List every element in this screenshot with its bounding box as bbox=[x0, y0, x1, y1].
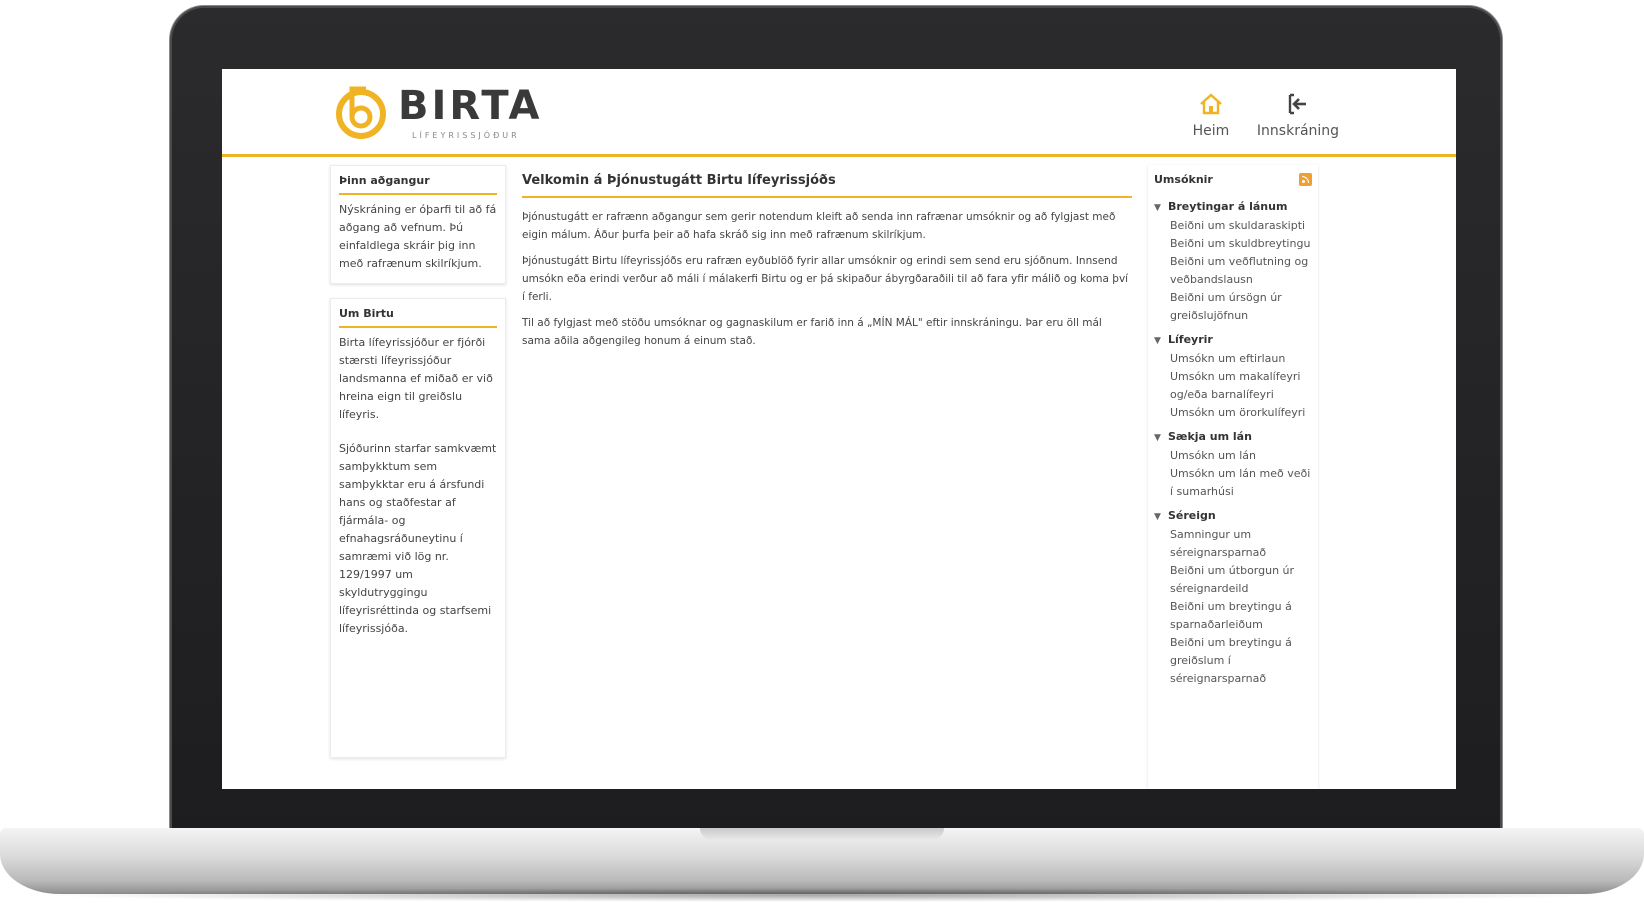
logo-wordmark: BIRTA bbox=[398, 83, 543, 129]
intro-paragraph-2: Þjónustugátt Birtu lífeyrissjóðs eru raf… bbox=[522, 255, 1129, 303]
application-link[interactable]: Beiðni um skuldbreytingu bbox=[1154, 235, 1312, 253]
category-toggle[interactable]: ▼ Séreign bbox=[1154, 507, 1312, 526]
nav-login-label: Innskráning bbox=[1256, 123, 1340, 139]
about-box: Um Birtu Birta lífeyrissjóður er fjórði … bbox=[330, 298, 506, 758]
application-link[interactable]: Beiðni um veðflutning og veðbandslausn bbox=[1154, 253, 1312, 289]
application-link[interactable]: Samningur um séreignarsparnað bbox=[1154, 526, 1312, 562]
applications-title: Umsóknir bbox=[1154, 173, 1213, 186]
category-label: Séreign bbox=[1168, 509, 1216, 522]
applications-panel: Umsóknir ▼ Breytingar á lánum Beiðni um s… bbox=[1148, 165, 1318, 789]
applications-header: Umsóknir bbox=[1154, 173, 1312, 186]
application-link[interactable]: Umsókn um örorkulífeyri bbox=[1154, 404, 1312, 422]
expanded-arrow-icon: ▼ bbox=[1154, 433, 1161, 443]
category-label: Lífeyrir bbox=[1168, 333, 1213, 346]
application-link[interactable]: Umsókn um eftirlaun bbox=[1154, 350, 1312, 368]
about-paragraph-2: Sjóðurinn starfar samkvæmt samþykktum se… bbox=[339, 442, 497, 635]
application-link[interactable]: Beiðni um skuldaraskipti bbox=[1154, 217, 1312, 235]
account-box-text: Nýskráning er óþarfi til að fá aðgang að… bbox=[339, 203, 497, 270]
nav-login[interactable]: Innskráning bbox=[1248, 91, 1348, 139]
nav-home-label: Heim bbox=[1192, 123, 1230, 139]
expanded-arrow-icon: ▼ bbox=[1154, 512, 1161, 522]
application-link[interactable]: Beiðni um breytingu á greiðslum í séreig… bbox=[1154, 634, 1312, 688]
about-paragraph-1: Birta lífeyrissjóður er fjórði stærsti l… bbox=[339, 336, 493, 421]
expanded-arrow-icon: ▼ bbox=[1154, 203, 1161, 213]
main-text: Þjónustugátt er rafrænn aðgangur sem ger… bbox=[522, 208, 1132, 350]
account-box-title: Þinn aðgangur bbox=[339, 174, 497, 195]
left-column: Þinn aðgangur Nýskráning er óþarfi til a… bbox=[330, 165, 506, 772]
application-link[interactable]: Beiðni um útborgun úr séreignardeild bbox=[1154, 562, 1312, 598]
nav-home[interactable]: Heim bbox=[1184, 91, 1238, 139]
category-label: Sækja um lán bbox=[1168, 430, 1252, 443]
category-toggle[interactable]: ▼ Breytingar á lánum bbox=[1154, 198, 1312, 217]
category-label: Breytingar á lánum bbox=[1168, 200, 1288, 213]
category-loan-changes: ▼ Breytingar á lánum Beiðni um skuldarask… bbox=[1154, 198, 1312, 325]
category-pension: ▼ Lífeyrir Umsókn um eftirlaun Umsókn um … bbox=[1154, 331, 1312, 422]
category-apply-loan: ▼ Sækja um lán Umsókn um lán Umsókn um lá… bbox=[1154, 428, 1312, 501]
browser-screen: BIRTA LÍFEYRISSJÓÐUR Heim Innskráning Þi… bbox=[222, 69, 1456, 789]
home-icon bbox=[1200, 93, 1222, 115]
expanded-arrow-icon: ▼ bbox=[1154, 336, 1161, 346]
account-box: Þinn aðgangur Nýskráning er óþarfi til a… bbox=[330, 165, 506, 284]
logo-subtitle: LÍFEYRISSJÓÐUR bbox=[412, 131, 520, 140]
laptop-notch bbox=[700, 828, 944, 840]
about-box-title: Um Birtu bbox=[339, 307, 497, 328]
page-title: Velkomin á Þjónustugátt Birtu lífeyrissj… bbox=[522, 173, 1132, 198]
application-link[interactable]: Beiðni um úrsögn úr greiðslujöfnun bbox=[1154, 289, 1312, 325]
about-box-text: Birta lífeyrissjóður er fjórði stærsti l… bbox=[339, 334, 497, 638]
laptop-shadow bbox=[30, 888, 1614, 902]
site-header: BIRTA LÍFEYRISSJÓÐUR Heim Innskráning bbox=[222, 69, 1456, 157]
page-content: Þinn aðgangur Nýskráning er óþarfi til a… bbox=[330, 165, 1356, 789]
main-column: Velkomin á Þjónustugátt Birtu lífeyrissj… bbox=[514, 165, 1140, 789]
application-link[interactable]: Beiðni um breytingu á sparnaðarleiðum bbox=[1154, 598, 1312, 634]
application-link[interactable]: Umsókn um makalífeyri og/eða barnalífeyr… bbox=[1154, 368, 1312, 404]
category-toggle[interactable]: ▼ Lífeyrir bbox=[1154, 331, 1312, 350]
intro-paragraph-1: Þjónustugátt er rafrænn aðgangur sem ger… bbox=[522, 211, 1116, 241]
rss-icon[interactable] bbox=[1299, 173, 1312, 186]
category-private-pension: ▼ Séreign Samningur um séreignarsparnað B… bbox=[1154, 507, 1312, 688]
sign-in-icon bbox=[1288, 93, 1306, 115]
birta-logo-icon bbox=[336, 86, 386, 139]
application-link[interactable]: Umsókn um lán með veði í sumarhúsi bbox=[1154, 465, 1312, 501]
application-link[interactable]: Umsókn um lán bbox=[1154, 447, 1312, 465]
category-toggle[interactable]: ▼ Sækja um lán bbox=[1154, 428, 1312, 447]
intro-paragraph-3: Til að fylgjast með stöðu umsóknar og ga… bbox=[522, 317, 1102, 347]
